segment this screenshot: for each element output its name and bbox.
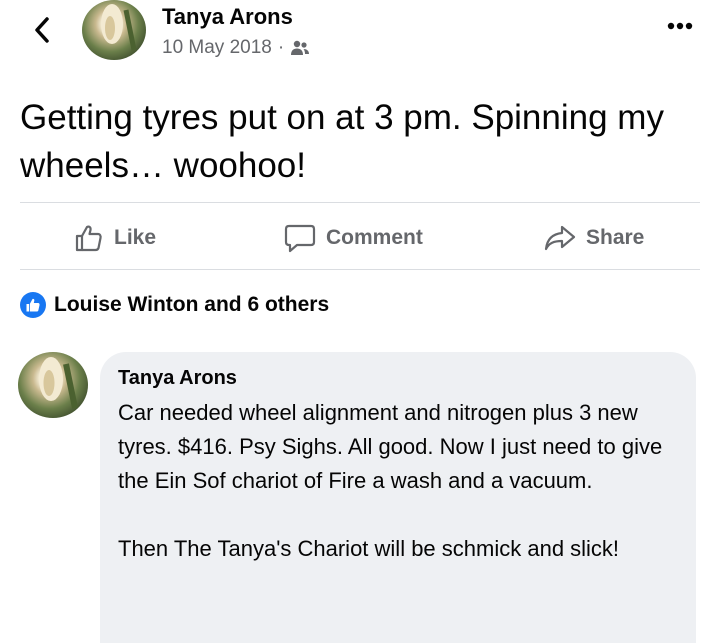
- divider-top: [20, 202, 700, 203]
- reactions-text: Louise Winton and 6 others: [54, 293, 330, 316]
- like-button[interactable]: Like: [74, 218, 156, 258]
- post-date[interactable]: 10 May 2018: [162, 37, 272, 59]
- post-author-name[interactable]: Tanya Arons: [162, 4, 293, 30]
- share-icon: [544, 225, 576, 251]
- comment-text: Car needed wheel alignment and nitrogen …: [118, 400, 663, 561]
- like-label: Like: [114, 226, 157, 249]
- more-dots-icon: [667, 22, 693, 30]
- thumbs-up-icon: [75, 225, 102, 252]
- commenter-avatar[interactable]: [18, 352, 88, 418]
- divider-bottom: [20, 269, 700, 270]
- chevron-left-icon: [35, 17, 49, 43]
- author-avatar[interactable]: [82, 0, 146, 60]
- reactions-summary[interactable]: Louise Winton and 6 others: [20, 290, 329, 320]
- meta-separator: ·: [277, 37, 285, 58]
- comment-label: Comment: [326, 226, 423, 249]
- friends-icon: [291, 40, 310, 55]
- post-text: Getting tyres put on at 3 pm. Spinning m…: [20, 98, 664, 185]
- avatar-image: [101, 4, 137, 51]
- comment-author-name[interactable]: Tanya Arons: [118, 367, 237, 390]
- post-meta: 10 May 2018 ·: [162, 37, 310, 59]
- comment-button[interactable]: Comment: [284, 218, 423, 258]
- avatar-image: [39, 357, 78, 409]
- back-button[interactable]: [22, 10, 62, 50]
- more-options-button[interactable]: [660, 14, 700, 38]
- like-badge-icon: [20, 292, 46, 318]
- share-button[interactable]: Share: [544, 218, 644, 258]
- comment-icon: [284, 224, 316, 253]
- share-label: Share: [586, 226, 645, 249]
